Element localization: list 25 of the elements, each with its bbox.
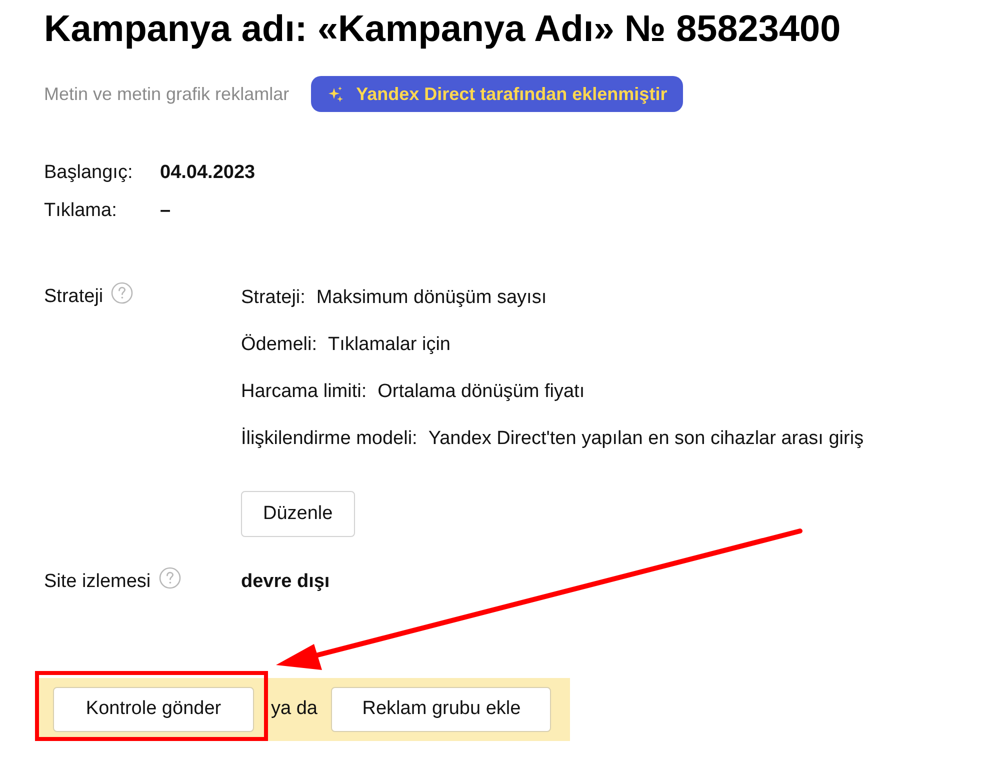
strategy-label: Strateji: [44, 285, 104, 309]
or-text: ya da: [271, 697, 318, 722]
strategy-detail-label: İlişkilendirme modeli:: [241, 426, 418, 452]
info-label: Tıklama:: [44, 198, 118, 223]
site-tracking-label: Site izlemesi: [44, 570, 151, 594]
help-icon[interactable]: [111, 282, 134, 304]
info-value: 04.04.2023: [160, 160, 256, 185]
add-ad-group-button[interactable]: Reklam grubu ekle: [331, 687, 552, 732]
strategy-detail-label: Harcama limiti:: [241, 380, 367, 404]
help-icon[interactable]: [158, 567, 181, 589]
strategy-detail-label: Strateji:: [241, 286, 306, 310]
edit-button[interactable]: Düzenle: [241, 491, 355, 537]
strategy-detail-value: Tıklamalar için: [328, 333, 451, 358]
strategy-detail-label: Ödemeli:: [241, 333, 318, 358]
info-value: –: [160, 198, 171, 223]
send-for-review-button[interactable]: Kontrole gönder: [53, 687, 254, 732]
strategy-detail-value: Maksimum dönüşüm sayısı: [316, 286, 547, 310]
sparkle-icon: [327, 86, 344, 102]
strategy-detail-value: Ortalama dönüşüm fiyatı: [378, 380, 585, 404]
campaign-type-text: Metin ve metin grafik reklamlar: [44, 82, 290, 106]
site-tracking-value: devre dışı: [241, 570, 330, 594]
page-title: Kampanya adı: «Kampanya Adı» № 85823400: [44, 7, 841, 51]
badge-text: Yandex Direct tarafından eklenmiştir: [356, 82, 668, 106]
info-label: Başlangıç:: [44, 160, 134, 185]
strategy-detail-value: Yandex Direct'ten yapılan en son cihazlar arası giriş: [428, 427, 864, 452]
